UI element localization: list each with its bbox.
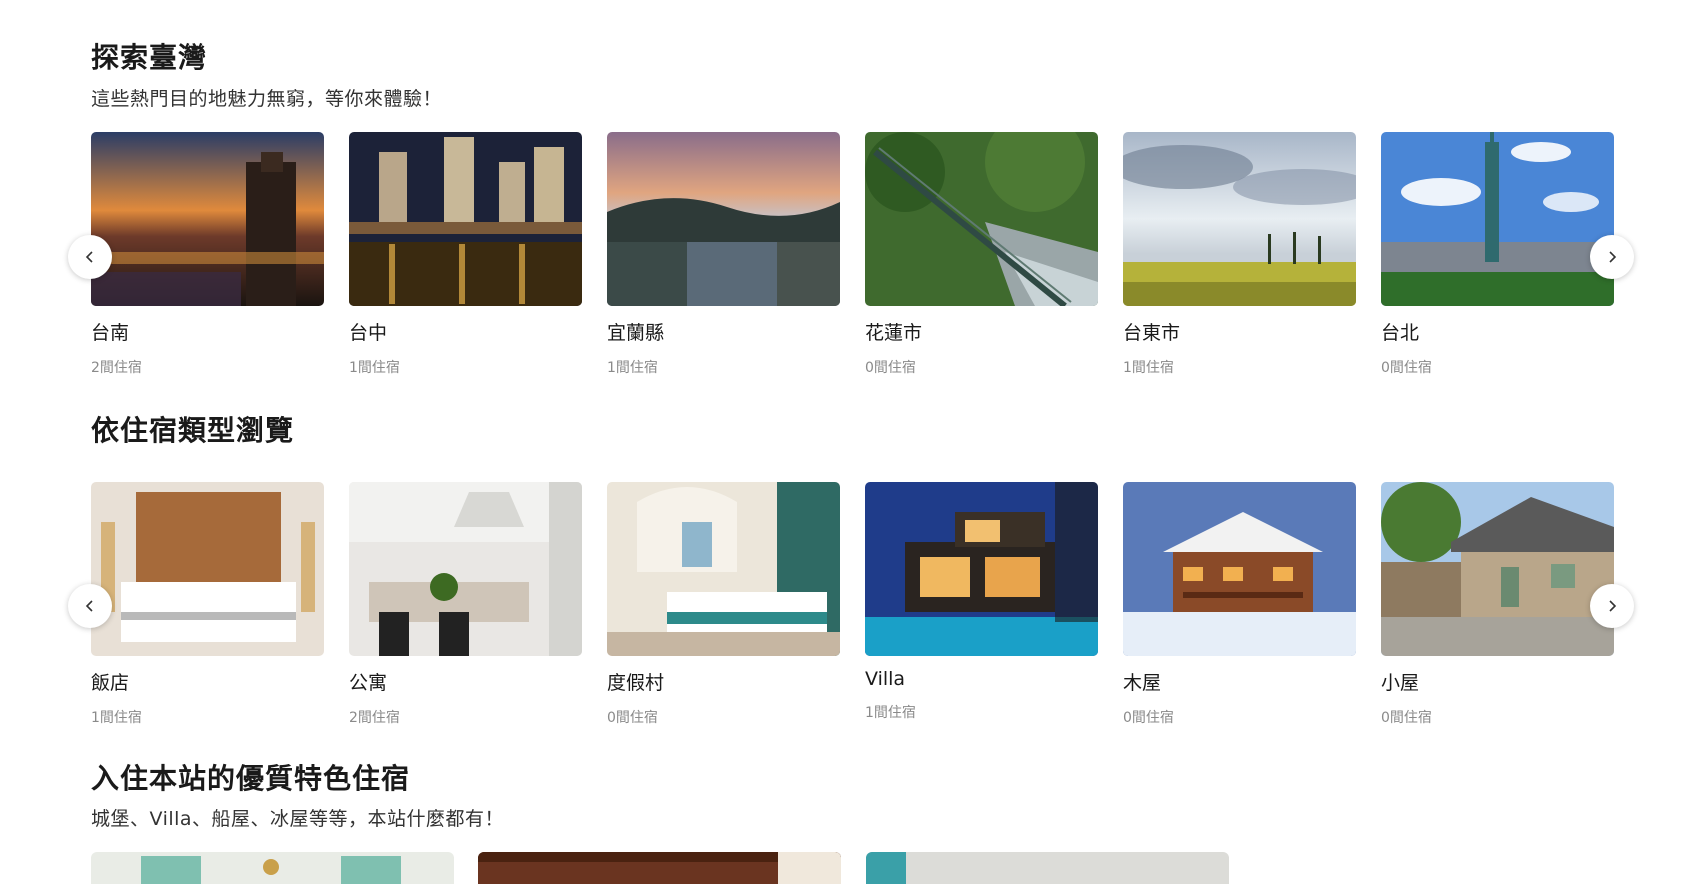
chevron-left-icon (85, 600, 93, 612)
destination-image[interactable] (91, 132, 324, 306)
destination-card-taitung[interactable]: 台東市 1間住宿 (1123, 132, 1356, 377)
chevron-right-icon (1609, 600, 1617, 612)
destination-count: 0間住宿 (865, 360, 916, 376)
destination-card-hualien[interactable]: 花蓮市 0間住宿 (865, 132, 1098, 377)
type-card-cottage[interactable]: 小屋 0間住宿 (1381, 482, 1614, 727)
destination-name: 台南 (91, 322, 130, 344)
type-image[interactable] (91, 482, 324, 656)
destination-count: 0間住宿 (1381, 360, 1432, 376)
featured-title: 入住本站的優質特色住宿 (91, 762, 411, 795)
destination-count: 1間住宿 (607, 360, 658, 376)
explore-title: 探索臺灣 (91, 41, 208, 74)
type-name: 公寓 (349, 672, 388, 694)
types-prev-button[interactable] (68, 584, 112, 628)
type-image[interactable] (607, 482, 840, 656)
destination-count: 1間住宿 (349, 360, 400, 376)
type-image[interactable] (1123, 482, 1356, 656)
type-name: 木屋 (1123, 672, 1162, 694)
type-card-cabin[interactable]: 木屋 0間住宿 (1123, 482, 1356, 727)
types-next-button[interactable] (1590, 584, 1634, 628)
type-image[interactable] (349, 482, 582, 656)
destination-card-yilan[interactable]: 宜蘭縣 1間住宿 (607, 132, 840, 377)
type-count: 1間住宿 (91, 710, 142, 726)
destination-image[interactable] (1123, 132, 1356, 306)
page: 探索臺灣 這些熱門目的地魅力無窮，等你來體驗！ 台南 2間住宿 台中 1間住宿 … (0, 0, 1694, 884)
destination-name: 台北 (1381, 322, 1420, 344)
destination-name: 宜蘭縣 (607, 322, 665, 344)
destination-card-tainan[interactable]: 台南 2間住宿 (91, 132, 324, 377)
type-count: 0間住宿 (1123, 710, 1174, 726)
destination-card-taipei[interactable]: 台北 0間住宿 (1381, 132, 1614, 377)
destination-count: 1間住宿 (1123, 360, 1174, 376)
featured-subtitle: 城堡、Villa、船屋、冰屋等等，本站什麼都有！ (91, 808, 505, 830)
destination-name: 台東市 (1123, 322, 1181, 344)
chevron-left-icon (85, 251, 93, 263)
destination-image[interactable] (349, 132, 582, 306)
type-image[interactable] (865, 482, 1098, 656)
type-card-hotel[interactable]: 飯店 1間住宿 (91, 482, 324, 727)
type-count: 1間住宿 (865, 705, 916, 721)
type-name: 小屋 (1381, 672, 1420, 694)
type-card-villa[interactable]: Villa 1間住宿 (865, 482, 1098, 722)
destination-image[interactable] (865, 132, 1098, 306)
types-title: 依住宿類型瀏覽 (91, 414, 295, 447)
explore-next-button[interactable] (1590, 235, 1634, 279)
destination-card-taichung[interactable]: 台中 1間住宿 (349, 132, 582, 377)
featured-card[interactable] (478, 852, 841, 884)
chevron-right-icon (1609, 251, 1617, 263)
type-image[interactable] (1381, 482, 1614, 656)
type-count: 2間住宿 (349, 710, 400, 726)
destination-name: 台中 (349, 322, 388, 344)
explore-prev-button[interactable] (68, 235, 112, 279)
featured-card[interactable] (91, 852, 454, 884)
destination-image[interactable] (607, 132, 840, 306)
type-count: 0間住宿 (607, 710, 658, 726)
type-count: 0間住宿 (1381, 710, 1432, 726)
type-card-resort[interactable]: 度假村 0間住宿 (607, 482, 840, 727)
destination-name: 花蓮市 (865, 322, 923, 344)
type-name: 度假村 (607, 672, 665, 694)
explore-subtitle: 這些熱門目的地魅力無窮，等你來體驗！ (91, 88, 443, 110)
type-card-apartment[interactable]: 公寓 2間住宿 (349, 482, 582, 727)
destination-image[interactable] (1381, 132, 1614, 306)
type-name: 飯店 (91, 672, 130, 694)
type-name: Villa (865, 668, 906, 690)
destination-count: 2間住宿 (91, 360, 142, 376)
featured-card[interactable] (866, 852, 1229, 884)
